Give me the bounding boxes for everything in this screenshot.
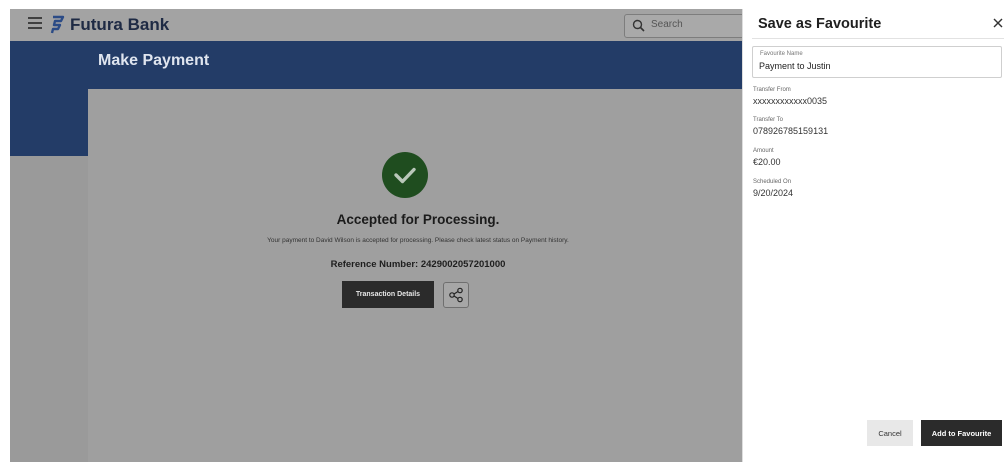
bank-logo-icon — [50, 15, 65, 34]
transfer-from-value: xxxxxxxxxxxx0035 — [753, 96, 828, 106]
transfer-to-value: 078926785159131 — [753, 126, 829, 136]
status-message: Your payment to David Wilson is accepted… — [267, 237, 569, 244]
amount-label: Amount — [753, 148, 774, 154]
favourite-name-field[interactable]: Favourite Name — [752, 46, 1002, 78]
success-badge — [382, 152, 428, 198]
drawer-title: Save as Favourite — [758, 16, 882, 32]
favourite-name-input[interactable] — [759, 60, 989, 72]
add-to-favourite-button[interactable]: Add to Favourite — [921, 420, 1002, 446]
drawer-divider — [752, 38, 1004, 39]
hamburger-icon[interactable] — [28, 17, 42, 31]
close-icon[interactable] — [993, 18, 1003, 28]
favourite-name-label: Favourite Name — [760, 51, 803, 57]
checkmark-icon — [394, 167, 416, 184]
search-placeholder: Search — [651, 19, 683, 30]
brand-name: Futura Bank — [70, 15, 170, 34]
cancel-button[interactable]: Cancel — [867, 420, 913, 446]
scheduled-on-value: 9/20/2024 — [753, 188, 794, 198]
status-title: Accepted for Processing. — [336, 212, 500, 227]
transaction-details-button[interactable]: Transaction Details — [342, 281, 434, 308]
transfer-from-label: Transfer From — [753, 87, 791, 93]
page-title: Make Payment — [98, 52, 210, 69]
scheduled-on-label: Scheduled On — [753, 179, 792, 185]
confirmation-card: Accepted for Processing. Your payment to… — [88, 89, 748, 462]
reference-number: Reference Number: 2429002057201000 — [330, 259, 506, 270]
share-button[interactable] — [443, 282, 469, 308]
amount-value: €20.00 — [753, 157, 781, 167]
share-icon — [449, 287, 463, 303]
transfer-to-label: Transfer To — [753, 117, 784, 123]
search-icon — [632, 19, 645, 32]
band-left-strip — [10, 89, 88, 156]
save-favourite-drawer: Save as Favourite Favourite Name Transfe… — [742, 9, 1004, 462]
